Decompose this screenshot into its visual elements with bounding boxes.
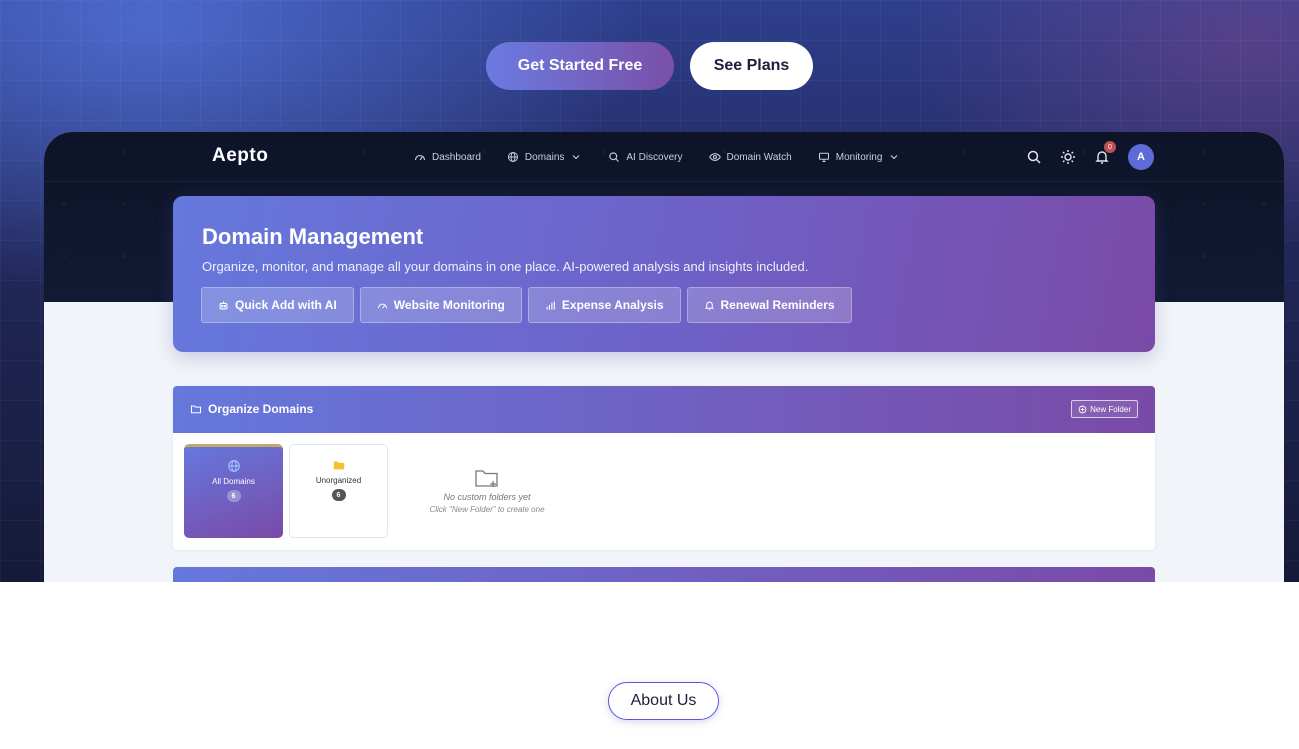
nav-right-controls: 0 A [1026, 132, 1154, 182]
folder-all-domains[interactable]: All Domains 6 [184, 444, 283, 538]
organize-title: Organize Domains [190, 402, 313, 416]
organize-domains-card: Organize Domains New Folder All Domains … [173, 386, 1155, 550]
bell-icon [704, 301, 714, 310]
folder-label: Unorganized [315, 476, 362, 485]
button-label: Quick Add with AI [235, 298, 337, 312]
folder-unorganized[interactable]: Unorganized 6 [289, 444, 388, 538]
globe-icon [507, 152, 518, 162]
organize-header: Organize Domains New Folder [173, 386, 1155, 433]
nav-item-domain-watch[interactable]: Domain Watch [708, 151, 792, 163]
nav-item-monitoring[interactable]: Monitoring [818, 151, 901, 163]
button-label: Renewal Reminders [720, 298, 835, 312]
plus-circle-icon [1078, 405, 1087, 413]
nav-item-label: Monitoring [835, 151, 883, 163]
empty-hint: Click "New Folder" to create one [429, 505, 545, 514]
avatar[interactable]: A [1128, 144, 1154, 170]
globe-icon [227, 460, 240, 472]
see-plans-button[interactable]: See Plans [690, 42, 813, 90]
folder-count: 6 [331, 489, 346, 501]
nav-links: Dashboard Domains AI Discovery Domain Wa… [414, 132, 900, 182]
organize-title-label: Organize Domains [208, 402, 314, 416]
expense-analysis-button[interactable]: Expense Analysis [527, 287, 681, 323]
theme-toggle-button[interactable] [1060, 149, 1076, 165]
folder-icon [333, 461, 344, 470]
page-title: Domain Management [202, 224, 424, 249]
nav-item-dashboard[interactable]: Dashboard [414, 151, 481, 163]
page-subtitle: Organize, monitor, and manage all your d… [202, 259, 809, 274]
gauge-icon [414, 154, 426, 161]
cta-row: Get Started Free See Plans [0, 42, 1299, 90]
folder-count: 6 [226, 490, 241, 502]
search-button[interactable] [1026, 149, 1042, 165]
new-folder-label: New Folder [1090, 404, 1131, 414]
domain-management-card: Domain Management Organize, monitor, and… [173, 196, 1155, 352]
eye-icon [708, 153, 721, 161]
nav-item-label: Domains [524, 151, 565, 163]
robot-icon [219, 300, 228, 309]
quick-add-ai-button[interactable]: Quick Add with AI [201, 287, 354, 323]
nav-item-label: AI Discovery [626, 151, 683, 163]
empty-title: No custom folders yet [443, 492, 531, 502]
gauge-icon [377, 303, 387, 309]
folder-list: All Domains 6 Unorganized 6 [184, 444, 388, 538]
nav-item-label: Domain Watch [726, 151, 792, 163]
nav-item-label: Dashboard [432, 151, 481, 163]
chevron-down-icon [891, 155, 898, 160]
chevron-down-icon [572, 155, 580, 160]
app-logo[interactable]: Aepto [212, 145, 268, 167]
about-us-button[interactable]: About Us [608, 682, 719, 720]
get-started-button[interactable]: Get Started Free [486, 42, 674, 90]
nav-item-domains[interactable]: Domains [507, 151, 582, 163]
sun-icon [1061, 150, 1075, 164]
app-navbar: Aepto Dashboard Domains AI Discovery Dom… [44, 132, 1284, 182]
quick-actions: Quick Add with AI Website Monitoring Exp… [201, 287, 852, 323]
empty-folders-state: No custom folders yet Click "New Folder"… [407, 466, 567, 514]
monitor-icon [818, 152, 829, 163]
next-section-header [173, 567, 1155, 582]
website-monitoring-button[interactable]: Website Monitoring [359, 287, 522, 323]
button-label: Expense Analysis [561, 298, 664, 312]
folder-outline-icon [190, 405, 202, 414]
app-preview: Aepto Dashboard Domains AI Discovery Dom… [44, 132, 1284, 582]
new-folder-button[interactable]: New Folder [1071, 400, 1138, 418]
search-icon [609, 152, 620, 162]
renewal-reminders-button[interactable]: Renewal Reminders [686, 287, 852, 323]
folder-label: All Domains [212, 477, 255, 486]
search-icon [1027, 150, 1041, 164]
hero-section: Get Started Free See Plans Aepto Dashboa… [0, 0, 1299, 582]
notifications-button[interactable]: 0 [1094, 141, 1116, 165]
button-label: Website Monitoring [393, 298, 505, 312]
bar-chart-icon [546, 300, 555, 310]
folder-plus-icon [475, 470, 498, 487]
nav-item-ai-discovery[interactable]: AI Discovery [608, 151, 683, 163]
notification-badge: 0 [1104, 141, 1116, 153]
